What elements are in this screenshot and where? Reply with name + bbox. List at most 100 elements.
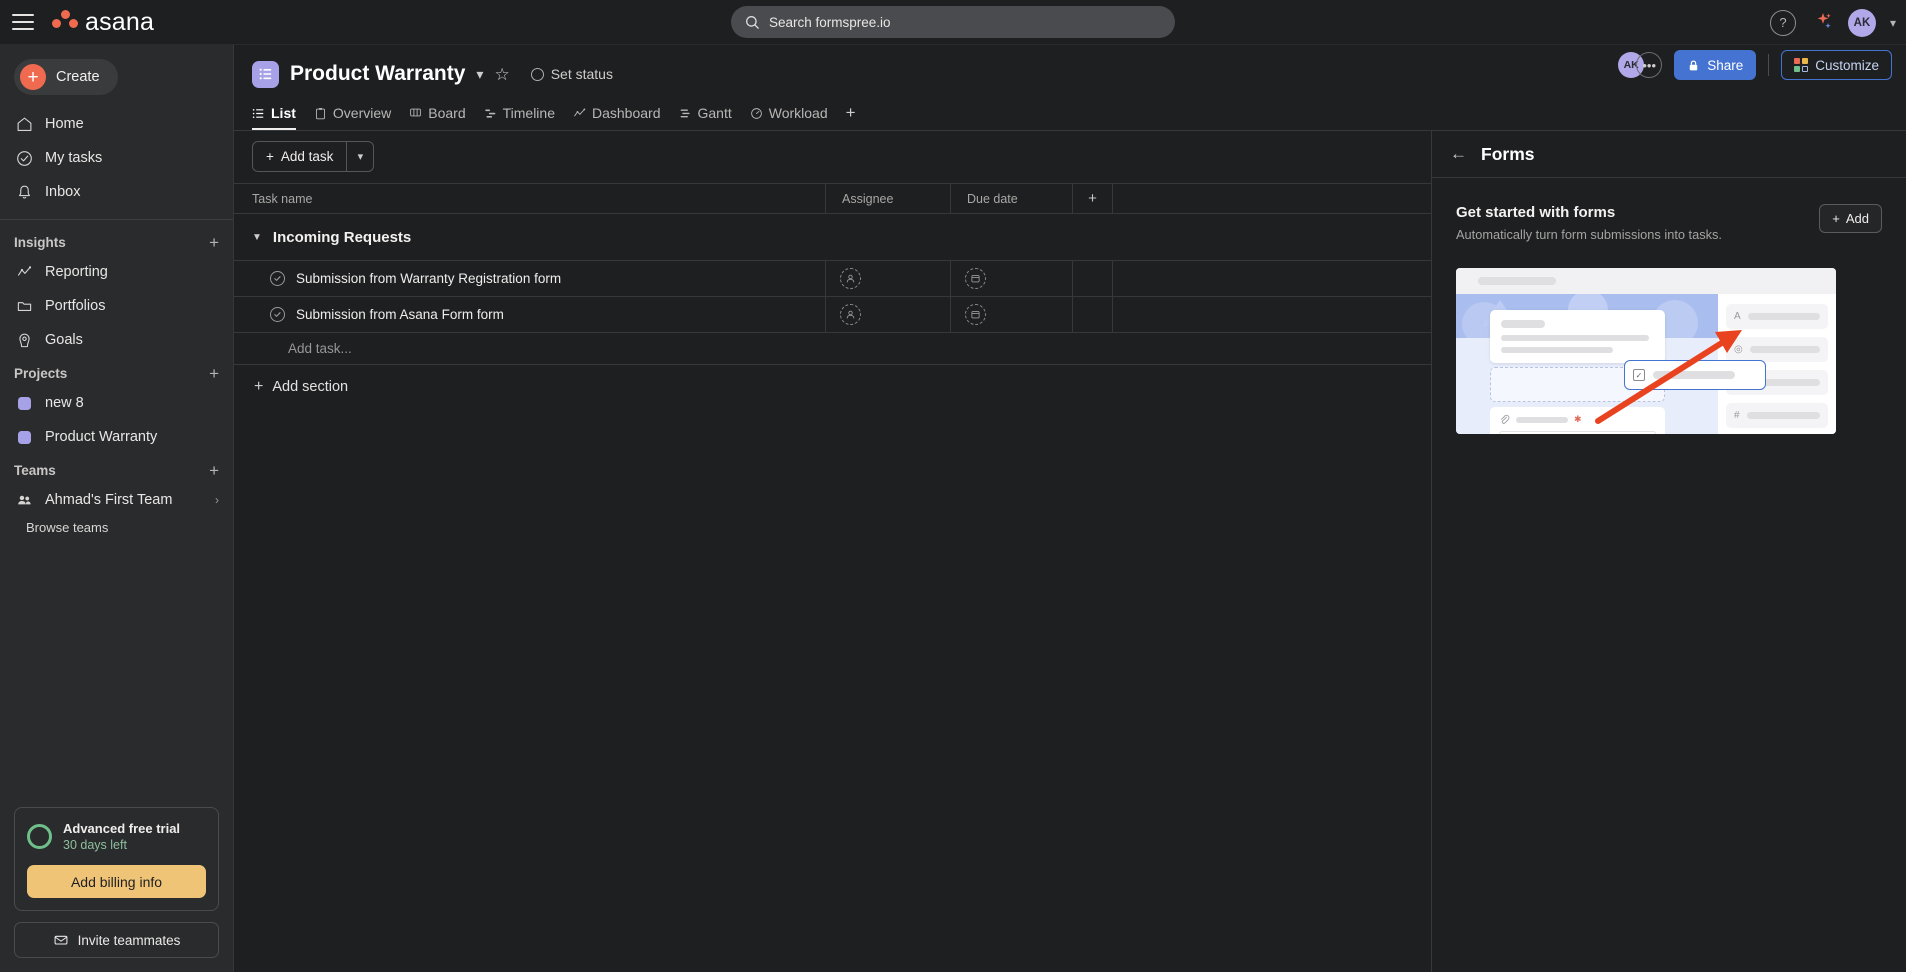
assignee-cell[interactable] (826, 261, 951, 296)
help-icon[interactable]: ? (1770, 10, 1796, 36)
task-name-cell[interactable]: Submission from Asana Form form (234, 297, 826, 332)
customize-button[interactable]: Customize (1781, 50, 1892, 80)
share-button[interactable]: Share (1674, 50, 1756, 80)
calendar-icon[interactable] (965, 268, 986, 289)
assign-user-icon[interactable] (840, 304, 861, 325)
project-color-dot (14, 427, 34, 447)
sidebar-scroll: + Create Home My tasks (0, 45, 233, 797)
assignee-cell[interactable] (826, 297, 951, 332)
workload-icon (750, 107, 763, 120)
view-tabs: List Overview Board Timeline (252, 100, 1888, 130)
sidebar-item-label: Goals (45, 332, 83, 348)
asana-app: asana Search formspree.io ? AK ▾ (0, 0, 1906, 972)
illustration-dragged-field: ✓ (1624, 360, 1766, 390)
list-toolbar: + Add task ▾ (234, 131, 1431, 183)
user-avatar[interactable]: AK (1848, 9, 1876, 37)
browse-teams-link[interactable]: Browse teams (0, 517, 233, 541)
calendar-icon[interactable] (965, 304, 986, 325)
sidebar-item-label: Inbox (45, 184, 80, 200)
customize-label: Customize (1815, 58, 1879, 73)
tab-label: List (271, 105, 296, 121)
add-section-button[interactable]: + Add section (234, 365, 1431, 409)
column-header-due-date[interactable]: Due date (951, 184, 1073, 213)
divider (1768, 54, 1769, 76)
add-task-inline[interactable]: Add task... (234, 333, 1431, 365)
assign-user-icon[interactable] (840, 268, 861, 289)
main-content: Product Warranty ▾ ☆ Set status List (234, 45, 1906, 972)
asana-logo[interactable]: asana (52, 8, 154, 37)
column-header-task-name[interactable]: Task name (234, 184, 826, 213)
set-status-button[interactable]: Set status (531, 66, 613, 82)
sidebar-item-reporting[interactable]: Reporting (0, 255, 233, 289)
complete-task-check-icon[interactable] (270, 271, 285, 286)
sidebar-item-home[interactable]: Home (0, 107, 233, 141)
sidebar-item-portfolios[interactable]: Portfolios (0, 289, 233, 323)
people-icon (14, 490, 34, 510)
table-row[interactable]: Submission from Warranty Registration fo… (234, 261, 1431, 297)
grid-squares-icon (1794, 58, 1808, 72)
sidebar-item-project-product-warranty[interactable]: Product Warranty (0, 420, 233, 454)
add-task-button[interactable]: + Add task (253, 142, 346, 171)
tab-list[interactable]: List (252, 105, 296, 130)
table-row[interactable]: Submission from Asana Form form (234, 297, 1431, 333)
tab-board[interactable]: Board (409, 105, 465, 130)
sidebar-item-team-ahmads-first-team[interactable]: Ahmad's First Team › (0, 483, 233, 517)
tab-label: Overview (333, 105, 391, 121)
sidebar-section-title: Insights (14, 235, 66, 250)
column-header-assignee[interactable]: Assignee (826, 184, 951, 213)
back-arrow-icon[interactable]: ← (1450, 144, 1467, 164)
add-project-button[interactable]: + (209, 365, 219, 382)
forms-intro-row: Get started with forms Automatically tur… (1456, 204, 1882, 242)
top-bar-actions: ? AK ▾ (1770, 0, 1896, 45)
sidebar-section-projects: Projects + (0, 357, 233, 386)
tab-workload[interactable]: Workload (750, 105, 828, 130)
placeholder-bar (1478, 277, 1556, 285)
ai-sparkles-icon[interactable] (1810, 11, 1834, 35)
tab-overview[interactable]: Overview (314, 105, 391, 130)
search-icon (745, 15, 760, 30)
add-view-button[interactable]: + (846, 103, 856, 130)
sidebar-item-my-tasks[interactable]: My tasks (0, 141, 233, 175)
add-task-label: Add task (281, 149, 334, 164)
add-section-label: Add section (272, 379, 348, 395)
add-team-button[interactable]: + (209, 462, 219, 479)
complete-task-check-icon[interactable] (270, 307, 285, 322)
tab-timeline[interactable]: Timeline (484, 105, 555, 130)
timeline-icon (484, 107, 497, 120)
forms-subtitle: Automatically turn form submissions into… (1456, 227, 1722, 242)
favorite-star-icon[interactable]: ☆ (494, 66, 509, 83)
search-input[interactable]: Search formspree.io (731, 6, 1175, 38)
body-row: + Create Home My tasks (0, 45, 1906, 972)
sidebar-item-project-new-8[interactable]: new 8 (0, 386, 233, 420)
sidebar: + Create Home My tasks (0, 45, 234, 972)
sidebar-item-label: new 8 (45, 395, 84, 411)
project-menu-chevron-down-icon[interactable]: ▾ (476, 66, 483, 83)
forms-panel-body: Get started with forms Automatically tur… (1432, 178, 1906, 434)
section-header-incoming-requests[interactable]: ▼ Incoming Requests (234, 214, 1431, 261)
sidebar-section-title: Projects (14, 366, 67, 381)
add-billing-info-button[interactable]: Add billing info (27, 865, 206, 898)
due-date-cell[interactable] (951, 261, 1073, 296)
add-task-dropdown-chevron-down-icon[interactable]: ▾ (346, 142, 373, 171)
add-column-button[interactable]: + (1073, 184, 1113, 213)
invite-teammates-button[interactable]: Invite teammates (14, 922, 219, 958)
illustration-topbar (1456, 268, 1836, 294)
due-date-cell[interactable] (951, 297, 1073, 332)
sidebar-item-label: Ahmad's First Team (45, 492, 172, 508)
tab-gantt[interactable]: Gantt (679, 105, 732, 130)
sidebar-item-goals[interactable]: Goals (0, 323, 233, 357)
illustration-field-select: ◎ (1726, 337, 1828, 362)
chevron-right-icon[interactable]: › (215, 493, 219, 507)
task-grid: Task name Assignee Due date + ▼ Incoming… (234, 183, 1431, 972)
collapse-chevron-down-icon[interactable]: ▼ (252, 232, 262, 243)
search-container: Search formspree.io (731, 6, 1175, 38)
task-name-cell[interactable]: Submission from Warranty Registration fo… (234, 261, 826, 296)
add-insight-button[interactable]: + (209, 234, 219, 251)
add-form-button[interactable]: + Add (1819, 204, 1882, 233)
tab-dashboard[interactable]: Dashboard (573, 105, 661, 130)
menu-icon[interactable] (12, 14, 34, 30)
sidebar-item-inbox[interactable]: Inbox (0, 175, 233, 209)
more-members-button[interactable]: ••• (1636, 52, 1662, 78)
create-button[interactable]: + Create (14, 59, 118, 95)
chevron-down-icon[interactable]: ▾ (1890, 16, 1896, 30)
